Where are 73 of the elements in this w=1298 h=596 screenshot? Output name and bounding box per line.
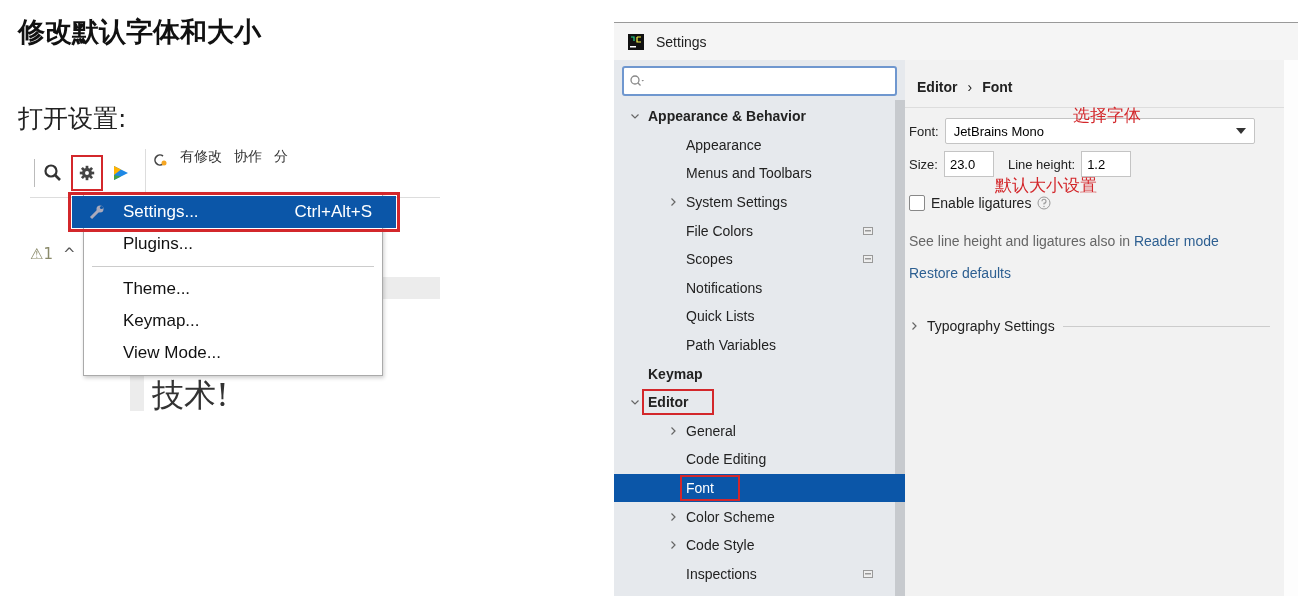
gear-icon (78, 164, 96, 182)
tree-label: Keymap (647, 364, 704, 384)
tree-label: Path Variables (685, 336, 777, 356)
tree-label: Scopes (685, 250, 734, 270)
line-height-label: Line height: (1007, 156, 1076, 172)
tree-item[interactable]: Path Variables (614, 330, 895, 360)
tree-item[interactable]: Code Editing (614, 445, 895, 474)
tree-item[interactable]: Code Style (614, 530, 895, 560)
tree-item[interactable]: Editor (614, 387, 895, 417)
tree-label: Editor (642, 389, 715, 416)
tree-label: Font (680, 475, 740, 501)
ligatures-checkbox[interactable] (909, 195, 925, 211)
caret-text[interactable]: ^ (63, 245, 76, 263)
tree-label: Color Scheme (685, 507, 776, 527)
tree-label: File Colors (685, 221, 754, 241)
tree-item[interactable]: Menus and Toolbars (614, 159, 895, 188)
tree-label: Appearance (685, 135, 763, 155)
tree-item[interactable]: Appearance (614, 130, 895, 160)
chevron-icon[interactable] (668, 511, 678, 522)
toolbar-label[interactable]: 有修改 (180, 148, 222, 164)
tree-item[interactable]: Quick Lists (614, 302, 895, 331)
tree-label: System Settings (685, 193, 789, 213)
search-icon[interactable] (43, 163, 63, 183)
app-logo-icon (628, 33, 644, 50)
warning-indicator[interactable]: ⚠1 (30, 245, 53, 263)
scrollbar[interactable] (895, 100, 905, 596)
tree-label: Appearance & Behavior (647, 107, 807, 127)
tree-item[interactable]: Appearance & Behavior (614, 102, 895, 131)
tree-label: Menus and Toolbars (685, 164, 813, 184)
reader-mode-link[interactable]: Reader mode (1133, 233, 1219, 249)
chevron-icon[interactable] (668, 540, 678, 551)
tree-label: Code Editing (685, 450, 768, 470)
chevron-icon[interactable] (909, 321, 919, 331)
search-field[interactable] (622, 66, 897, 96)
sync-icon[interactable] (154, 153, 168, 167)
toolbar-label[interactable]: 协作 (234, 148, 262, 164)
size-label: Size: (909, 156, 938, 172)
dropdown-arrow-icon (1235, 128, 1246, 134)
size-field[interactable]: 23.0 (943, 151, 994, 177)
tree-item[interactable]: General (614, 416, 895, 446)
typography-section-toggle[interactable]: Typography Settings (909, 318, 1055, 334)
tree-item[interactable]: Keymap (614, 359, 895, 388)
breadcrumb-item[interactable]: Font (982, 78, 1013, 95)
tree-label: Notifications (685, 278, 764, 298)
chevron-icon[interactable] (668, 425, 678, 436)
tree-item[interactable]: File Colors (614, 216, 895, 245)
chevron-icon[interactable] (668, 197, 678, 208)
hint-text: See line height and ligatures also in Reader mode (909, 233, 1220, 249)
tree-label: General (685, 421, 737, 441)
window-title: Settings (656, 33, 707, 50)
ligatures-label[interactable]: Enable ligatures (931, 195, 1032, 211)
tree-item[interactable]: Notifications (614, 273, 895, 303)
font-label: Font: (909, 123, 939, 139)
tree-label: Quick Lists (685, 307, 756, 327)
search-icon (629, 74, 645, 88)
restore-defaults-link[interactable]: Restore defaults (909, 265, 1011, 281)
step-text: 打开设置: (18, 103, 128, 135)
annotation-text: 默认大小设置 (995, 175, 1098, 195)
wrench-icon (89, 204, 105, 220)
line-height-field[interactable]: 1.2 (1081, 151, 1132, 177)
tree-item[interactable]: Inspections (614, 559, 895, 589)
tree-item[interactable]: System Settings (614, 187, 895, 217)
tree-item[interactable]: Color Scheme (614, 502, 895, 531)
tree-label: Code Style (685, 536, 756, 556)
menu-item[interactable]: Plugins... (87, 228, 379, 260)
toolbar-label[interactable]: 分 (274, 148, 288, 164)
breadcrumb-item[interactable]: Editor (917, 78, 958, 95)
page-heading: 修改默认字体和大小 (18, 15, 263, 49)
tree-item[interactable]: Font (614, 473, 905, 503)
tree-item[interactable]: Scopes (614, 244, 895, 274)
settings-button[interactable] (71, 155, 103, 191)
breadcrumb-separator: › (967, 78, 973, 95)
tree-label: Inspections (685, 564, 758, 584)
